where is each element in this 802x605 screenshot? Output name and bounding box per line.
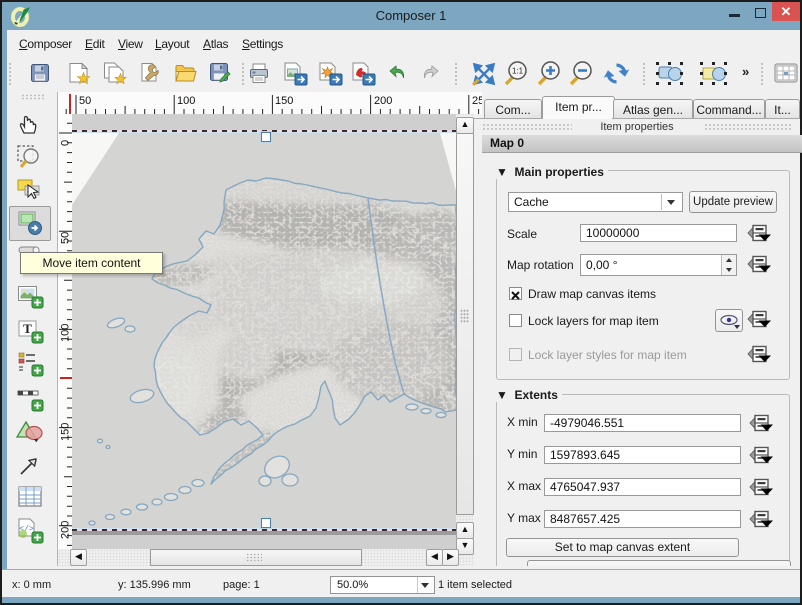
svg-text:50: 50	[79, 95, 91, 107]
svg-text:50: 50	[60, 232, 72, 244]
svg-text:100: 100	[177, 95, 195, 107]
svg-text:200: 200	[374, 95, 392, 107]
svg-text:100: 100	[60, 324, 72, 342]
svg-text:250: 250	[472, 95, 482, 107]
svg-text:T: T	[23, 321, 32, 336]
svg-text:200: 200	[60, 521, 72, 539]
svg-text:0: 0	[60, 140, 72, 146]
svg-text:1:1: 1:1	[512, 67, 524, 76]
svg-text:150: 150	[275, 95, 293, 107]
svg-text:150: 150	[60, 423, 72, 441]
